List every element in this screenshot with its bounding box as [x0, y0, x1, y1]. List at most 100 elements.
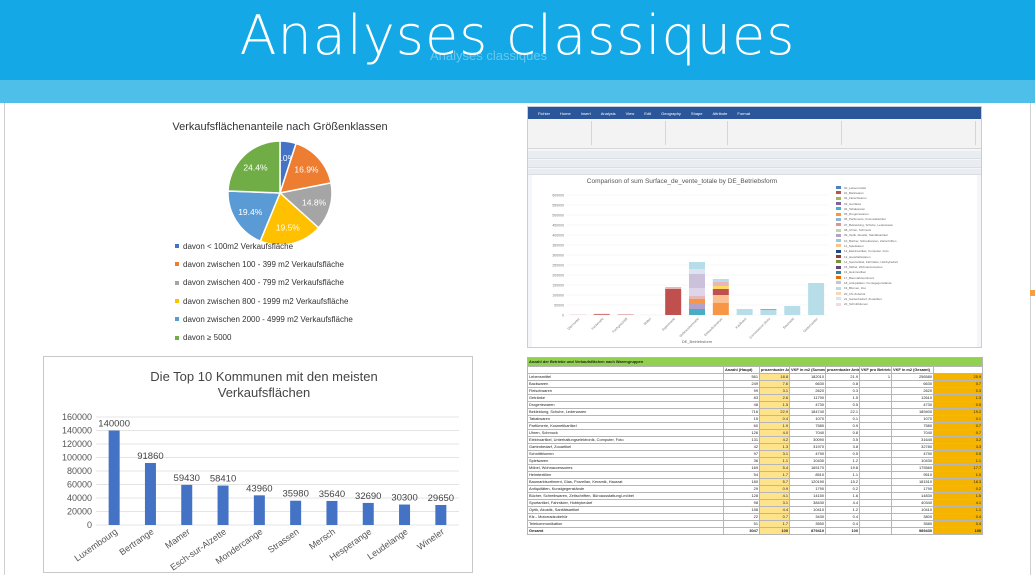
- bar-chart-title-line1: Die Top 10 Kommunen mit den meisten: [150, 369, 377, 384]
- table-cell: 561: [723, 373, 760, 381]
- ribbon-tab[interactable]: Analysis: [601, 111, 616, 116]
- table-cell: 1.5: [759, 401, 790, 409]
- table-cell: [859, 436, 892, 444]
- inner-legend-swatch: [836, 228, 841, 232]
- table-cell: 4.4: [825, 499, 860, 507]
- inner-y-tick: 550000: [552, 204, 564, 208]
- bar-chart-panel: Die Top 10 Kommunen mit den meisten Verk…: [43, 356, 473, 573]
- table-cell: Backwaren: [527, 380, 724, 388]
- pie-slice-label: 16.9%: [294, 165, 319, 175]
- inner-legend-label: 20_Kfz-Zubehör: [844, 291, 866, 296]
- table-cell: 42: [723, 443, 760, 451]
- table-cell: 22: [723, 513, 760, 521]
- table-cell: 0.8: [825, 380, 860, 388]
- table-cell: 19.2: [932, 408, 984, 416]
- table-cell: Antiquitäten, Kunstgegenstände: [527, 485, 724, 493]
- bar: [435, 504, 447, 525]
- bar-value-label: 58410: [210, 474, 236, 485]
- table-cell: 10410: [891, 506, 934, 514]
- inner-y-tick: 450000: [552, 224, 564, 228]
- pie-legend-label: davon ≥ 5000: [183, 333, 232, 343]
- ribbon-tab[interactable]: Shape: [691, 111, 703, 116]
- inner-x-category: Fachmarkt: [591, 317, 605, 331]
- table-cell: 29: [723, 485, 760, 493]
- table-cell: Fleischwaren: [527, 387, 724, 395]
- table-cell: 0.5: [825, 450, 860, 458]
- table-cell: [859, 387, 892, 395]
- table-cell: Gartenbedarf, Zooartikel: [527, 443, 724, 451]
- table-cell: 5.7: [759, 478, 790, 486]
- table-cell: 0.2: [932, 485, 984, 493]
- pie-chart-panel: Verkaufsflächenanteile nach Größenklasse…: [120, 113, 500, 353]
- ribbon-tab[interactable]: Fichier: [538, 111, 550, 116]
- x-category-label: Luxembourg: [73, 526, 120, 563]
- pie-slice-label: 24.4%: [243, 163, 268, 173]
- table-cell: 1.1: [759, 457, 790, 465]
- table-cell: 4790: [789, 450, 826, 458]
- table-cell: 32780: [891, 443, 934, 451]
- inner-legend-label: 22_Schnittblumen: [844, 302, 869, 307]
- ribbon-tab[interactable]: Home: [560, 111, 571, 116]
- table-row: Heimtextilien 54 1.7 8510 1.1 9510 1.0: [527, 471, 984, 479]
- ribbon-tab[interactable]: Format: [737, 111, 750, 116]
- y-tick-label: 60000: [67, 480, 92, 490]
- column-header: Anzahl (Haupt): [723, 366, 760, 374]
- table-cell: 12610: [891, 394, 934, 402]
- table-cell: 22.9: [759, 408, 790, 416]
- table-cell: [859, 380, 892, 388]
- table-row: Telekommunikation 51 1.7 3550 0.4 3580 0.4: [527, 520, 984, 528]
- toolbar-row-1: [528, 151, 981, 159]
- slide: Analyses classiques Analyses classiques …: [0, 0, 1035, 578]
- table-cell: 1.2: [825, 506, 860, 514]
- ribbon-tab[interactable]: View: [626, 111, 635, 116]
- y-tick-label: 80000: [67, 466, 92, 476]
- table-row: Getränke 83 2.6 11790 1.5 12610 1.3: [527, 394, 984, 402]
- table-cell: Telekommunikation: [527, 520, 724, 528]
- table-cell: 1070: [789, 415, 826, 423]
- ribbon-tab[interactable]: Insert: [581, 111, 591, 116]
- table-cell: 1.5: [932, 492, 984, 500]
- inner-legend-swatch: [836, 286, 841, 290]
- table-cell: 131: [723, 436, 760, 444]
- table-cell: 48: [723, 401, 760, 409]
- table-cell: [859, 499, 892, 507]
- ribbon-group-analysis: [596, 121, 666, 145]
- inner-y-tick: 50000: [554, 304, 564, 308]
- table-row: Möbel, Wohnaccessoires 169 5.4 165170 19.8 17…: [527, 464, 984, 472]
- table-cell: Kfz.- Motorradzubehör: [527, 513, 724, 521]
- pie-legend-label: davon zwischen 800 - 1999 m2 Verkaufsflä…: [183, 296, 349, 306]
- table-cell: [859, 464, 892, 472]
- ribbon-tab[interactable]: Attribute: [713, 111, 728, 116]
- table-cell: 4.1: [932, 499, 984, 507]
- inner-legend-swatch: [836, 297, 841, 301]
- inner-y-tick: 100000: [552, 294, 564, 298]
- y-tick-label: 100000: [62, 453, 92, 463]
- table-cell: 169: [723, 464, 760, 472]
- inner-legend-swatch: [836, 265, 841, 269]
- ribbon-tab[interactable]: Geography: [661, 111, 681, 116]
- table-title-row: Anzahl der Betriebe und Verkaufsflächen …: [526, 357, 984, 367]
- table-cell: 1.1: [932, 506, 984, 514]
- inner-legend-label: 21_Gartenbedarf, Zooartikel: [844, 296, 882, 301]
- bar: [290, 500, 302, 525]
- ribbon-tab[interactable]: Edit: [644, 111, 651, 116]
- table-cell: 249: [723, 380, 760, 388]
- table-cell: 128: [723, 492, 760, 500]
- inner-x-category: Baumarkt: [782, 317, 795, 330]
- legend-swatch: [175, 335, 179, 340]
- table-cell: 10430: [789, 457, 826, 465]
- table-cell: [859, 408, 892, 416]
- legend-swatch: [175, 299, 179, 304]
- table-cell: 0.7: [932, 422, 984, 430]
- inner-bar-segment: [712, 303, 729, 315]
- table-cell: Gesamt: [527, 527, 724, 535]
- table-cell: 189400: [891, 408, 934, 416]
- bar-value-label: 43960: [246, 483, 272, 494]
- table-cell: [859, 422, 892, 430]
- inner-bar-segment: [784, 306, 801, 315]
- table-row: Gesamt 3047 100 879410 100 989430 100: [527, 527, 984, 535]
- table-cell: 99: [723, 387, 760, 395]
- table-row: Spielwaren 36 1.1 10430 1.2 10430 1.1: [527, 457, 984, 465]
- table-cell: 3.8: [825, 443, 860, 451]
- y-tick-label: 20000: [67, 507, 92, 517]
